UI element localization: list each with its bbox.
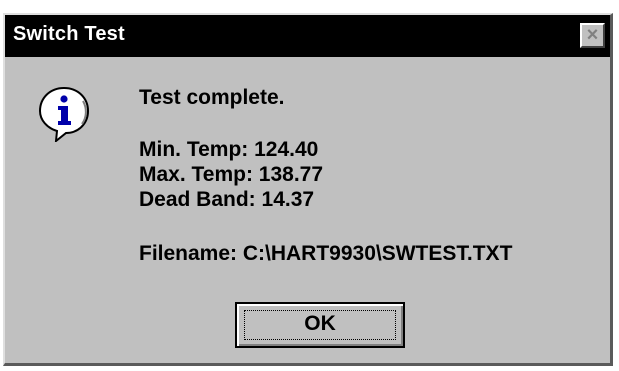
ok-button-label: OK bbox=[304, 312, 336, 335]
ok-button[interactable]: OK bbox=[235, 302, 405, 348]
window-title: Switch Test bbox=[13, 23, 125, 45]
max-temp-text: Max. Temp: 138.77 bbox=[139, 163, 324, 186]
status-message: Test complete. bbox=[139, 86, 285, 109]
info-icon bbox=[38, 86, 90, 142]
title-bar[interactable]: Switch Test × bbox=[5, 15, 610, 57]
min-temp-text: Min. Temp: 124.40 bbox=[139, 138, 319, 161]
close-button[interactable]: × bbox=[580, 23, 605, 48]
close-icon: × bbox=[586, 24, 599, 46]
dead-band-text: Dead Band: 14.37 bbox=[139, 188, 315, 211]
message-dialog: Switch Test × Test complete. Min. Temp: … bbox=[3, 13, 613, 366]
filename-text: Filename: C:\HART9930\SWTEST.TXT bbox=[139, 242, 513, 265]
